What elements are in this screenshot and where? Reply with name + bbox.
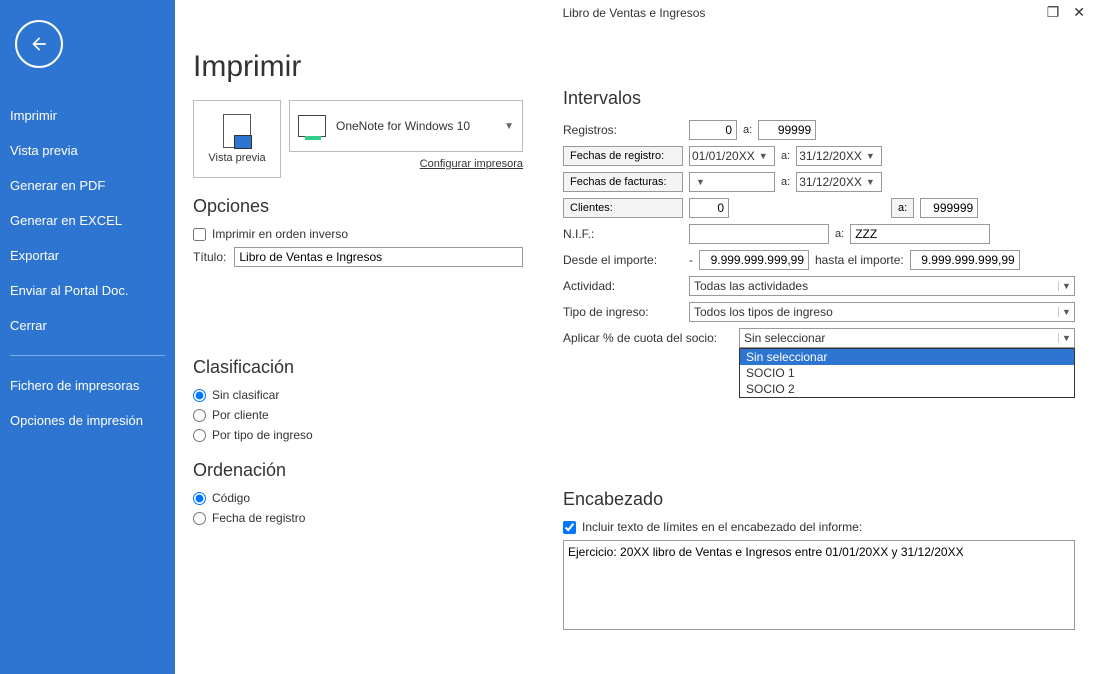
fecha-fac-to-value: 31/12/20XX: [799, 175, 862, 189]
nif-from-input[interactable]: [689, 224, 829, 244]
nif-to-input[interactable]: [850, 224, 990, 244]
header-textarea[interactable]: [563, 540, 1075, 630]
sidebar-item-portal[interactable]: Enviar al Portal Doc.: [0, 273, 175, 308]
chevron-down-icon: ▼: [866, 177, 875, 187]
tipo-label: Tipo de ingreso:: [563, 305, 683, 319]
order-radio-fecha[interactable]: [193, 512, 206, 525]
clientes-button[interactable]: Clientes:: [563, 198, 683, 218]
sidebar-item-vista-previa[interactable]: Vista previa: [0, 133, 175, 168]
registros-label: Registros:: [563, 123, 683, 137]
reverse-order-label: Imprimir en orden inverso: [212, 227, 348, 241]
sidebar-item-cerrar[interactable]: Cerrar: [0, 308, 175, 343]
include-limits-checkbox[interactable]: [563, 521, 576, 534]
sidebar-item-excel[interactable]: Generar en EXCEL: [0, 203, 175, 238]
title-label: Título:: [193, 250, 226, 264]
chevron-down-icon: ▼: [1058, 333, 1074, 343]
a-label: a:: [835, 228, 844, 240]
chevron-down-icon: ▼: [696, 177, 705, 187]
actividad-value: Todas las actividades: [690, 279, 1058, 293]
a-label: a:: [743, 124, 752, 136]
class-radio-tipo[interactable]: [193, 429, 206, 442]
cuota-label: Aplicar % de cuota del socio:: [563, 331, 733, 345]
order-label-codigo: Código: [212, 491, 250, 505]
sidebar-separator: [10, 355, 165, 356]
order-label-fecha: Fecha de registro: [212, 511, 305, 525]
sidebar: Imprimir Vista previa Generar en PDF Gen…: [0, 0, 175, 674]
cuota-value: Sin seleccionar: [740, 331, 1058, 345]
header-heading: Encabezado: [563, 489, 1075, 510]
a-label: a:: [781, 176, 790, 188]
sidebar-item-pdf[interactable]: Generar en PDF: [0, 168, 175, 203]
importe-from-label: Desde el importe:: [563, 253, 683, 267]
intervals-heading: Intervalos: [563, 88, 1075, 109]
class-label-tipo: Por tipo de ingreso: [212, 428, 313, 442]
clientes-to-input[interactable]: [920, 198, 978, 218]
order-radio-codigo[interactable]: [193, 492, 206, 505]
fecha-reg-to-value: 31/12/20XX: [799, 149, 862, 163]
actividad-dropdown[interactable]: Todas las actividades ▼: [689, 276, 1075, 296]
printer-icon: [298, 115, 326, 137]
fechas-facturas-button[interactable]: Fechas de facturas:: [563, 172, 683, 192]
chevron-down-icon: ▼: [1058, 307, 1074, 317]
class-label-sin: Sin clasificar: [212, 388, 279, 402]
cuota-option-0[interactable]: Sin seleccionar: [740, 349, 1074, 365]
tipo-value: Todos los tipos de ingreso: [690, 305, 1058, 319]
fecha-reg-from-value: 01/01/20XX: [692, 149, 755, 163]
order-heading: Ordenación: [193, 460, 523, 481]
chevron-down-icon: ▼: [1058, 281, 1074, 291]
sidebar-item-exportar[interactable]: Exportar: [0, 238, 175, 273]
preview-button[interactable]: Vista previa: [193, 100, 281, 178]
importe-from-input[interactable]: [699, 250, 809, 270]
classification-heading: Clasificación: [193, 357, 523, 378]
a-button[interactable]: a:: [891, 198, 914, 218]
importe-to-label: hasta el importe:: [815, 253, 904, 267]
fecha-fac-to-combo[interactable]: 31/12/20XX ▼: [796, 172, 882, 192]
configure-printer-link[interactable]: Configurar impresora: [289, 158, 523, 170]
window-close-icon[interactable]: ✕: [1073, 4, 1085, 21]
fechas-registro-button[interactable]: Fechas de registro:: [563, 146, 683, 166]
class-radio-cliente[interactable]: [193, 409, 206, 422]
a-label: a:: [781, 150, 790, 162]
actividad-label: Actividad:: [563, 279, 683, 293]
fecha-fac-from-combo[interactable]: ▼: [689, 172, 775, 192]
sidebar-item-opciones-impresion[interactable]: Opciones de impresión: [0, 403, 175, 438]
back-button[interactable]: [15, 20, 63, 68]
page-title: Imprimir: [193, 50, 1075, 84]
cuota-dropdown-list[interactable]: Sin seleccionar SOCIO 1 SOCIO 2: [739, 348, 1075, 398]
document-icon: [223, 114, 251, 148]
window-restore-icon[interactable]: ❐: [1047, 4, 1060, 21]
registros-from-input[interactable]: [689, 120, 737, 140]
preview-label: Vista previa: [208, 152, 265, 164]
window-title: Libro de Ventas e Ingresos: [175, 6, 1093, 20]
printer-dropdown[interactable]: OneNote for Windows 10 ▼: [289, 100, 523, 152]
importe-to-input[interactable]: [910, 250, 1020, 270]
chevron-down-icon: ▼: [504, 121, 514, 132]
printer-name: OneNote for Windows 10: [336, 119, 470, 133]
cuota-option-2[interactable]: SOCIO 2: [740, 381, 1074, 397]
sidebar-item-imprimir[interactable]: Imprimir: [0, 98, 175, 133]
nif-label: N.I.F.:: [563, 227, 683, 241]
sidebar-item-fichero[interactable]: Fichero de impresoras: [0, 368, 175, 403]
fecha-reg-to-combo[interactable]: 31/12/20XX ▼: [796, 146, 882, 166]
include-limits-label: Incluir texto de límites en el encabezad…: [582, 520, 862, 534]
registros-to-input[interactable]: [758, 120, 816, 140]
chevron-down-icon: ▼: [866, 151, 875, 161]
main-panel: Libro de Ventas e Ingresos ❐ ✕ Imprimir …: [175, 0, 1093, 674]
cuota-option-1[interactable]: SOCIO 1: [740, 365, 1074, 381]
class-label-cliente: Por cliente: [212, 408, 269, 422]
cuota-dropdown[interactable]: Sin seleccionar ▼: [739, 328, 1075, 348]
tipo-dropdown[interactable]: Todos los tipos de ingreso ▼: [689, 302, 1075, 322]
class-radio-sin[interactable]: [193, 389, 206, 402]
chevron-down-icon: ▼: [759, 151, 768, 161]
importe-sign: -: [689, 253, 693, 267]
options-heading: Opciones: [193, 196, 523, 217]
title-input[interactable]: [234, 247, 523, 267]
clientes-from-input[interactable]: [689, 198, 729, 218]
fecha-reg-from-combo[interactable]: 01/01/20XX ▼: [689, 146, 775, 166]
reverse-order-checkbox[interactable]: [193, 228, 206, 241]
